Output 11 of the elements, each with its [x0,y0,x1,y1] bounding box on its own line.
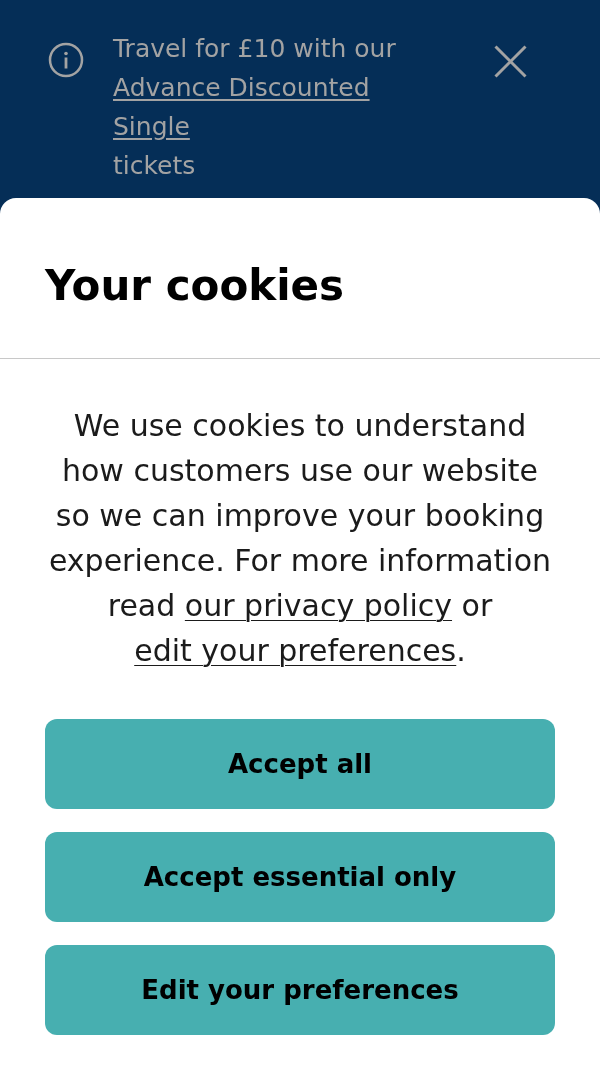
close-icon [494,45,527,78]
promo-message: Travel for £10 with our Advance Discounted Single tickets [113,33,397,182]
dialog-title: Your cookies [45,261,346,311]
accept-essential-button[interactable]: Accept essential only [45,832,555,922]
privacy-policy-link[interactable]: our privacy policy [184,588,453,623]
accept-all-button[interactable]: Accept all [45,719,555,809]
edit-preferences-button[interactable]: Edit your preferences [45,945,555,1035]
cookie-notice-text: We use cookies to understand how customers use our website so we can improve your booking experience. For more information read our privacy policy or edit your preferences. [47,407,553,670]
close-button[interactable] [494,45,527,78]
preferences-link[interactable]: edit your preferences [134,633,457,668]
info-icon [48,42,84,78]
